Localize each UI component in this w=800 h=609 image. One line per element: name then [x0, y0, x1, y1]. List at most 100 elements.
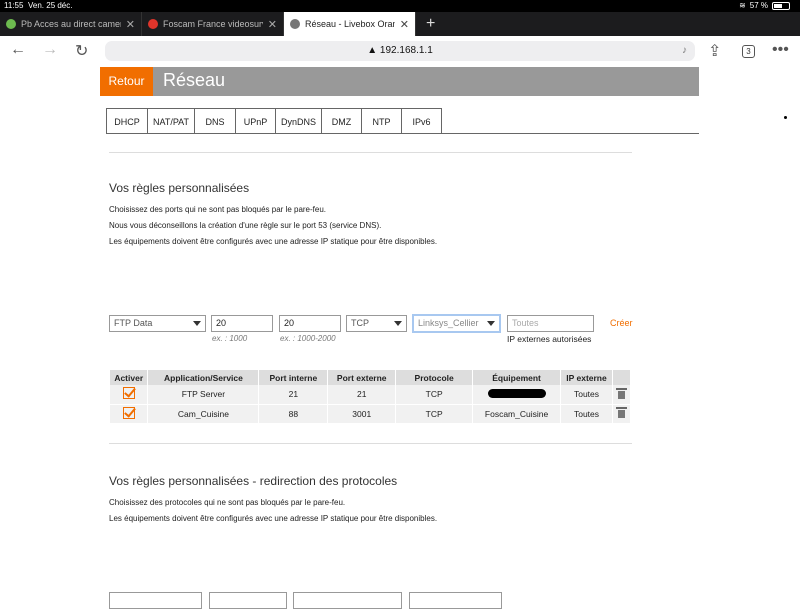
tab-ntp[interactable]: NTP [361, 108, 401, 134]
status-right: ≋ 57 % [739, 0, 790, 12]
activate-cell [110, 385, 149, 405]
protocol-service-select[interactable] [109, 592, 202, 609]
section-text: Les équipements doivent être configurés … [109, 237, 438, 246]
device-select[interactable]: Linksys_Cellier [412, 314, 501, 333]
status-bar: 11:55 Ven. 25 déc. ≋ 57 % [0, 0, 800, 12]
wifi-icon: ≋ [739, 1, 746, 10]
section-text: Choisissez des ports qui ne sont pas blo… [109, 205, 327, 214]
reload-icon[interactable]: ↻ [75, 41, 88, 61]
internal-port-input[interactable]: 20 [211, 315, 273, 332]
external-port-cell: 3001 [327, 404, 397, 424]
external-port-cell: 21 [327, 385, 397, 405]
chevron-down-icon [487, 321, 495, 326]
internal-port-hint: ex. : 1000 [212, 334, 248, 343]
app-cell: Cam_Cuisine [147, 404, 260, 424]
section-text: Choisissez des protocoles qui ne sont pa… [109, 498, 346, 507]
external-ip-input[interactable]: Toutes [507, 315, 594, 332]
device-cell [472, 385, 562, 405]
protocol-cell: TCP [395, 385, 474, 405]
close-icon[interactable]: ✕ [268, 18, 277, 31]
device-cell: Foscam_Cuisine [472, 404, 562, 424]
status-date: Ven. 25 déc. [28, 1, 73, 10]
column-header: Port interne [258, 370, 329, 385]
tab-ipv6[interactable]: IPv6 [401, 108, 442, 134]
browser-tab-label: Foscam France videosurveillance [163, 19, 263, 29]
tab-upnp[interactable]: UPnP [235, 108, 275, 134]
browser-tab-bar: Pb Acces au direct camera ✕ Foscam Franc… [0, 12, 800, 36]
app-cell: FTP Server [147, 385, 260, 405]
browser-tab-3[interactable]: Réseau - Livebox Orange ✕ [284, 12, 416, 36]
protocol-ip-input[interactable] [409, 592, 502, 609]
tabs-icon[interactable]: 3 [742, 45, 755, 58]
share-icon[interactable]: ⇪ [708, 41, 721, 61]
tab-dyndns[interactable]: DynDNS [275, 108, 321, 134]
content-tabs: DHCP NAT/PAT DNS UPnP DynDNS DMZ NTP IPv… [106, 108, 442, 134]
back-button[interactable]: Retour [100, 67, 153, 96]
favicon-icon [6, 19, 16, 29]
application-select[interactable]: FTP Data [109, 315, 206, 332]
browser-toolbar: ← → ↻ ▲ 192.168.1.1 ♪ ⇪ 3 ••• [0, 36, 800, 66]
column-header: IP externe [560, 370, 613, 385]
column-header: Activer [110, 370, 149, 385]
external-port-input[interactable]: 20 [279, 315, 341, 332]
url-text: 192.168.1.1 [379, 45, 433, 56]
trash-can [617, 410, 625, 418]
close-icon[interactable]: ✕ [126, 18, 135, 31]
column-header: Équipement [472, 370, 562, 385]
section-title: Vos règles personnalisées - redirection … [109, 474, 398, 488]
column-header [612, 370, 632, 385]
external-ip-hint: IP externes autorisées [507, 334, 592, 344]
divider [109, 443, 632, 444]
battery-fill [774, 4, 782, 8]
browser-tab-2[interactable]: Foscam France videosurveillance ✕ [142, 12, 284, 36]
protocol-device-select[interactable] [293, 592, 402, 609]
battery-label: 57 % [749, 1, 768, 10]
mic-icon[interactable]: ♪ [682, 41, 687, 61]
internal-port-cell: 21 [258, 385, 329, 405]
close-icon[interactable]: ✕ [400, 18, 409, 31]
activate-checkbox[interactable] [122, 387, 135, 400]
browser-tab-1[interactable]: Pb Acces au direct camera ✕ [0, 12, 142, 36]
browser-tab-label: Pb Acces au direct camera [21, 19, 121, 29]
external-port-hint: ex. : 1000-2000 [280, 334, 336, 343]
column-header: Application/Service [147, 370, 260, 385]
new-tab-button[interactable]: + [416, 12, 445, 36]
battery-icon [772, 2, 790, 10]
trash-icon[interactable] [615, 387, 627, 399]
tab-nat-pat[interactable]: NAT/PAT [147, 108, 194, 134]
chevron-down-icon [394, 321, 402, 326]
lock-icon: ▲ [367, 45, 378, 56]
trash-lid [615, 387, 627, 390]
create-button[interactable]: Créer [610, 318, 633, 328]
table-row: FTP Server 21 21 TCP Toutes [110, 385, 632, 405]
scroll-dot [784, 116, 787, 119]
globe-icon [290, 19, 300, 29]
trash-icon[interactable] [615, 407, 627, 418]
protocol-number-input[interactable] [209, 592, 287, 609]
more-icon[interactable]: ••• [772, 41, 789, 59]
activate-checkbox[interactable] [122, 406, 135, 419]
external-ip-cell: Toutes [560, 385, 613, 405]
tab-dns[interactable]: DNS [194, 108, 235, 134]
forward-icon[interactable]: → [42, 41, 58, 59]
chevron-down-icon [193, 321, 201, 326]
address-bar[interactable]: ▲ 192.168.1.1 ♪ [105, 41, 695, 61]
device-value: Linksys_Cellier [418, 318, 479, 328]
delete-cell [612, 385, 632, 405]
application-value: FTP Data [114, 318, 153, 328]
section-text: Les équipements doivent être configurés … [109, 514, 438, 523]
tab-dmz[interactable]: DMZ [321, 108, 361, 134]
favicon-icon [148, 19, 158, 29]
page-title: Réseau [163, 70, 226, 90]
protocol-select[interactable]: TCP [346, 315, 407, 332]
trash-lid [615, 407, 627, 409]
column-header: Port externe [327, 370, 397, 385]
trash-can [617, 390, 625, 399]
table-row: Cam_Cuisine 88 3001 TCP Foscam_Cuisine T… [110, 404, 632, 424]
back-icon[interactable]: ← [10, 41, 26, 59]
activate-cell [110, 404, 149, 424]
table-header-row: Activer Application/Service Port interne… [110, 370, 632, 385]
section-text: Nous vous déconseillons la création d'un… [109, 221, 382, 230]
external-ip-cell: Toutes [560, 404, 613, 424]
tab-dhcp[interactable]: DHCP [106, 108, 147, 134]
